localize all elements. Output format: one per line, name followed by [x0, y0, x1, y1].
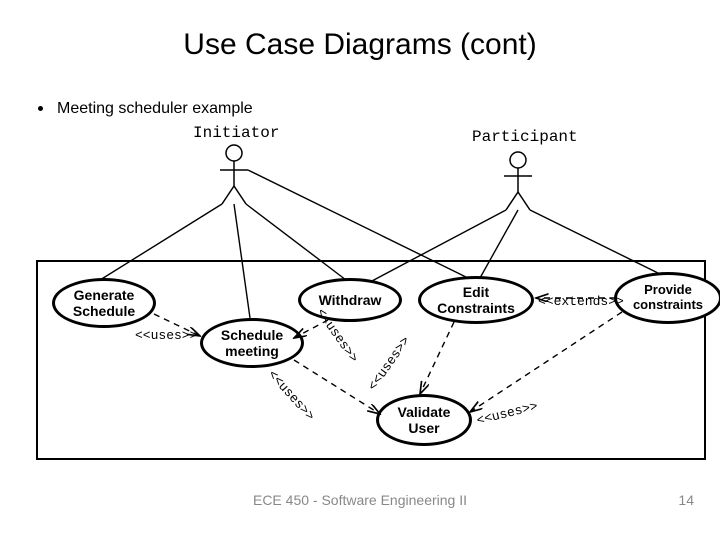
actor-label-participant: Participant: [472, 128, 578, 146]
actor-initiator: [220, 145, 248, 204]
bullet-text: Meeting scheduler example: [57, 100, 253, 117]
actor-participant: [504, 152, 532, 210]
usecase-provide-constraints: Provideconstraints: [614, 272, 720, 324]
usecase-generate-schedule: GenerateSchedule: [52, 278, 156, 328]
slide: Use Case Diagrams (cont) Meeting schedul…: [0, 0, 720, 540]
bullet-line: Meeting scheduler example: [38, 100, 253, 118]
usecase-validate-user: ValidateUser: [376, 394, 472, 446]
bullet-dot: [38, 106, 43, 111]
actor-label-initiator: Initiator: [193, 124, 279, 142]
footer-text: ECE 450 - Software Engineering II: [0, 492, 720, 508]
usecase-schedule-meeting: Schedulemeeting: [200, 318, 304, 368]
page-number: 14: [678, 492, 694, 508]
page-title: Use Case Diagrams (cont): [0, 28, 720, 62]
usecase-edit-constraints: EditConstraints: [418, 276, 534, 324]
stereo-uses-1: <<uses>>: [135, 328, 197, 343]
stereo-extends: <<extends>>: [538, 294, 624, 309]
